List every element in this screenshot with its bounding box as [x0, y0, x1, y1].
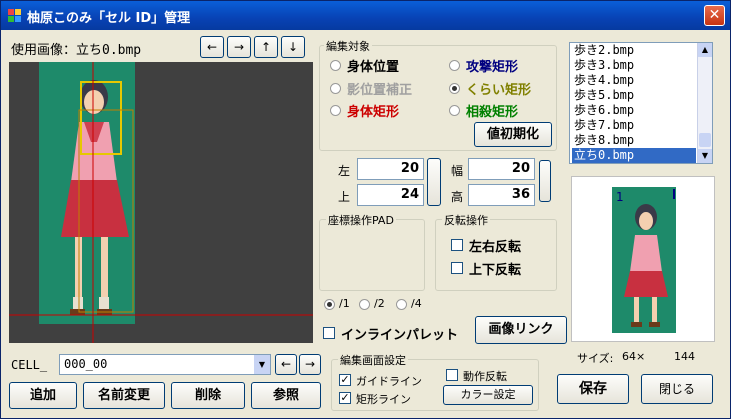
top-field[interactable]: 24: [357, 184, 424, 206]
size-spin-button[interactable]: [539, 160, 551, 202]
close-button[interactable]: 閉じる: [641, 374, 713, 404]
browse-button[interactable]: 参照: [251, 382, 321, 409]
rect-line-checkbox[interactable]: ✓: [339, 392, 351, 404]
radio-scale-4[interactable]: [396, 299, 407, 310]
arrow-right-button[interactable]: →: [227, 36, 251, 58]
position-spin-button[interactable]: [427, 158, 441, 206]
flip-label: 反転操作: [442, 212, 490, 228]
cell-prev-button[interactable]: ←: [275, 354, 297, 375]
preview-sprite: 1: [612, 187, 676, 333]
arrow-down-button[interactable]: ↓: [281, 36, 305, 58]
close-window-button[interactable]: ✕: [704, 5, 725, 26]
coordinate-pad-label: 座標操作PAD: [326, 212, 396, 228]
arrow-left-button[interactable]: ←: [200, 36, 224, 58]
radio-kurai-rect[interactable]: [449, 83, 460, 94]
image-label: 使用画像：立ち0.bmp: [11, 43, 142, 58]
label-scale-1: /1: [339, 297, 350, 310]
motion-flip-label: 動作反転: [463, 370, 507, 383]
cell-value: 000_00: [64, 357, 108, 371]
label-attack-rect: 攻撃矩形: [466, 60, 519, 75]
label-cancel-rect: 相殺矩形: [466, 105, 519, 120]
reset-values-button[interactable]: 値初期化: [474, 122, 552, 147]
label-kurai-rect: くらい矩形: [466, 83, 532, 98]
file-list-item[interactable]: 歩き6.bmp: [572, 103, 696, 118]
file-list-item[interactable]: 歩き2.bmp: [572, 43, 696, 58]
cell-label: CELL_: [11, 358, 48, 372]
cell-combobox[interactable]: 000_00 ▼: [59, 354, 271, 375]
preview-panel: 1: [571, 176, 715, 342]
arrow-up-button[interactable]: ↑: [254, 36, 278, 58]
scroll-up-icon[interactable]: ▲: [698, 43, 712, 57]
scroll-thumb[interactable]: [699, 133, 711, 147]
inline-palette-label: インラインパレット: [341, 328, 459, 343]
display-settings-label: 編集画面設定: [338, 352, 408, 368]
label-scale-2: /2: [374, 297, 385, 310]
flip-vertical-checkbox[interactable]: [451, 262, 463, 274]
file-list-item[interactable]: 歩き5.bmp: [572, 88, 696, 103]
radio-attack-rect[interactable]: [449, 60, 460, 71]
app-icon: [8, 9, 21, 22]
edit-target-label: 編集対象: [324, 38, 372, 54]
radio-scale-2[interactable]: [359, 299, 370, 310]
file-list-item[interactable]: 歩き4.bmp: [572, 73, 696, 88]
flip-vertical-label: 上下反転: [469, 263, 522, 278]
main-window: 柚原このみ「セル ID」管理 ✕ 使用画像：立ち0.bmp ← → ↑ ↓ 編集…: [0, 0, 731, 419]
file-list-item[interactable]: 歩き7.bmp: [572, 118, 696, 133]
height-label: 高: [451, 190, 464, 204]
file-list[interactable]: 歩き2.bmp 歩き3.bmp 歩き4.bmp 歩き5.bmp 歩き6.bmp 歩き7.b…: [569, 42, 713, 164]
size-width-value: 64×: [622, 350, 646, 363]
coordinate-pad-group: 座標操作PAD: [319, 212, 425, 291]
delete-button[interactable]: 削除: [171, 382, 245, 409]
save-button[interactable]: 保存: [557, 374, 629, 404]
inline-palette-checkbox[interactable]: [323, 327, 335, 339]
flip-group: 反転操作: [435, 212, 557, 291]
window-title: 柚原このみ「セル ID」管理: [27, 11, 191, 26]
size-label: サイズ:: [577, 352, 614, 365]
flip-horizontal-label: 左右反転: [469, 240, 522, 255]
width-field[interactable]: 20: [468, 158, 535, 180]
file-list-scrollbar[interactable]: ▲ ▼: [697, 43, 712, 163]
chevron-down-icon[interactable]: ▼: [254, 355, 270, 374]
color-settings-button[interactable]: カラー設定: [443, 385, 533, 405]
label-body-rect: 身体矩形: [347, 105, 400, 120]
width-label: 幅: [451, 164, 464, 178]
radio-scale-1[interactable]: [324, 299, 335, 310]
preview-marker: 1: [616, 190, 624, 204]
rect-line-label: 矩形ライン: [356, 393, 411, 406]
height-field[interactable]: 36: [468, 184, 535, 206]
add-button[interactable]: 追加: [9, 382, 77, 409]
radio-body-rect[interactable]: [330, 105, 341, 116]
file-list-item[interactable]: 歩き3.bmp: [572, 58, 696, 73]
rename-button[interactable]: 名前変更: [83, 382, 165, 409]
file-list-item[interactable]: 立ち0.bmp: [572, 148, 696, 163]
guideline-checkbox[interactable]: ✓: [339, 374, 351, 386]
label-scale-4: /4: [411, 297, 422, 310]
coordinate-pad-area[interactable]: [324, 228, 420, 286]
radio-cancel-rect[interactable]: [449, 105, 460, 116]
cell-next-button[interactable]: →: [299, 354, 321, 375]
edit-canvas[interactable]: [9, 62, 313, 343]
radio-shadow-offset[interactable]: [330, 83, 341, 94]
left-field[interactable]: 20: [357, 158, 424, 180]
title-bar[interactable]: 柚原このみ「セル ID」管理 ✕: [1, 1, 730, 30]
flip-horizontal-checkbox[interactable]: [451, 239, 463, 251]
guideline-label: ガイドライン: [356, 375, 422, 388]
radio-body-position[interactable]: [330, 60, 341, 71]
top-label: 上: [338, 190, 351, 204]
motion-flip-checkbox[interactable]: [446, 369, 458, 381]
scroll-down-icon[interactable]: ▼: [698, 149, 712, 163]
label-body-position: 身体位置: [347, 60, 400, 75]
sprite-view: [9, 62, 313, 343]
image-link-button[interactable]: 画像リンク: [475, 316, 567, 344]
label-shadow-offset: 影位置補正: [347, 83, 413, 98]
file-list-item[interactable]: 歩き8.bmp: [572, 133, 696, 148]
size-height-value: 144: [674, 350, 695, 363]
left-label: 左: [338, 164, 351, 178]
